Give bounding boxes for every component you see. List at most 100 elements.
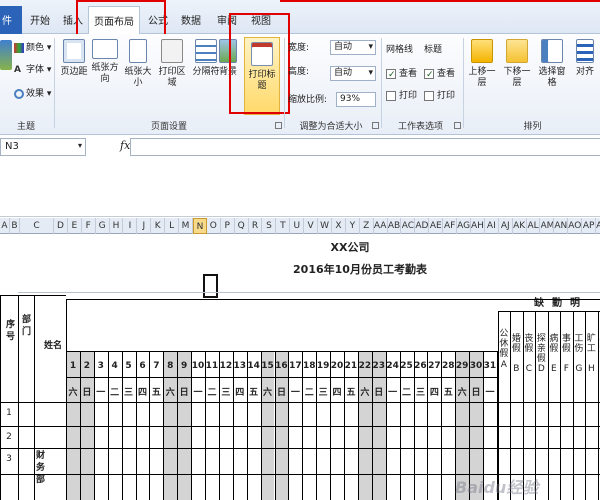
leave-type-label: 事假 bbox=[561, 334, 571, 354]
day-number: 26 bbox=[414, 361, 427, 371]
column-header-ab[interactable]: AB bbox=[388, 218, 402, 234]
grid-line bbox=[0, 295, 1, 500]
formula-input[interactable] bbox=[130, 138, 600, 156]
checkbox-icon bbox=[386, 90, 396, 101]
column-header-am[interactable]: AM bbox=[541, 218, 555, 234]
worksheet[interactable]: XX公司 2016年10月份员工考勤表 缺勤明 序号 部门 姓名 财务部 123… bbox=[0, 234, 600, 500]
grid-line bbox=[0, 448, 600, 449]
scale-launcher-icon[interactable] bbox=[372, 122, 379, 129]
height-select[interactable]: 自动 ▾ bbox=[330, 66, 376, 81]
column-header-al[interactable]: AL bbox=[527, 218, 541, 234]
sheet-options-group-label: 工作表选项 bbox=[397, 122, 443, 132]
column-header-aj[interactable]: AJ bbox=[499, 218, 513, 234]
gridlines-print-checkbox[interactable]: 打印 bbox=[386, 88, 417, 104]
name-box[interactable]: N3 ▾ bbox=[0, 138, 86, 156]
column-header-af[interactable]: AF bbox=[443, 218, 458, 234]
align-button[interactable]: 对齐 bbox=[570, 39, 600, 115]
column-header-q[interactable]: Q bbox=[235, 218, 249, 234]
column-header-x[interactable]: X bbox=[332, 218, 346, 234]
margins-button[interactable]: 页边距 bbox=[57, 39, 91, 115]
weekday-label: 二 bbox=[207, 388, 217, 398]
column-header-a[interactable]: A bbox=[0, 218, 10, 234]
column-header-n[interactable]: N bbox=[193, 218, 207, 234]
column-header-w[interactable]: W bbox=[318, 218, 332, 234]
print-area-button[interactable]: 打印区域 bbox=[155, 39, 189, 115]
leave-type-code: H bbox=[588, 364, 595, 374]
gridlines-view-checkbox[interactable]: 查看 bbox=[386, 66, 417, 83]
selection-pane-button[interactable]: 选择窗格 bbox=[535, 39, 569, 115]
column-header-ad[interactable]: AD bbox=[415, 218, 430, 234]
column-header-s[interactable]: S bbox=[263, 218, 277, 234]
day-number: 13 bbox=[233, 361, 246, 371]
column-header-ak[interactable]: AK bbox=[513, 218, 527, 234]
gridlines-print-label: 打印 bbox=[399, 91, 418, 101]
column-header-o[interactable]: O bbox=[207, 218, 221, 234]
column-header-m[interactable]: M bbox=[179, 218, 193, 234]
leave-type-code: A bbox=[500, 360, 507, 370]
weekday-label: 六 bbox=[165, 388, 175, 398]
column-header-j[interactable]: J bbox=[137, 218, 152, 234]
column-header-y[interactable]: Y bbox=[346, 218, 360, 234]
margins-label: 页边距 bbox=[60, 67, 88, 77]
column-header-e[interactable]: E bbox=[68, 218, 82, 234]
column-header-c[interactable]: C bbox=[20, 218, 54, 234]
column-header-ai[interactable]: AI bbox=[485, 218, 499, 234]
column-header-z[interactable]: Z bbox=[360, 218, 374, 234]
day-number: 18 bbox=[302, 361, 316, 371]
column-header-r[interactable]: R bbox=[249, 218, 263, 234]
fonts-button[interactable]: A 字体 ▾ bbox=[14, 62, 51, 78]
bring-forward-button[interactable]: 上移一层 bbox=[465, 39, 499, 115]
headings-view-checkbox[interactable]: 查看 bbox=[424, 66, 455, 83]
column-header-an[interactable]: AN bbox=[554, 218, 569, 234]
day-number: 8 bbox=[167, 361, 174, 371]
page-setup-launcher-icon[interactable] bbox=[275, 122, 282, 129]
column-header-ah[interactable]: AH bbox=[471, 218, 485, 234]
size-button[interactable]: 纸张大小 bbox=[121, 39, 155, 115]
send-backward-button[interactable]: 下移一层 bbox=[500, 39, 534, 115]
column-header-v[interactable]: V bbox=[304, 218, 319, 234]
orientation-button[interactable]: 纸张方向 bbox=[88, 39, 122, 115]
column-header-k[interactable]: K bbox=[151, 218, 166, 234]
send-backward-label: 下移一层 bbox=[503, 67, 531, 88]
column-header-i[interactable]: I bbox=[124, 218, 138, 234]
colors-button[interactable]: 颜色 ▾ bbox=[14, 40, 51, 56]
weekday-label: 四 bbox=[429, 388, 439, 398]
column-header-d[interactable]: D bbox=[54, 218, 68, 234]
column-header-ag[interactable]: AG bbox=[457, 218, 471, 234]
column-header-aa[interactable]: AA bbox=[374, 218, 388, 234]
day-number: 11 bbox=[205, 361, 219, 371]
effects-button[interactable]: 效果 ▾ bbox=[14, 86, 51, 102]
width-select[interactable]: 自动 ▾ bbox=[330, 40, 376, 55]
send-backward-icon bbox=[506, 39, 528, 63]
tab-data[interactable]: 数据 bbox=[176, 6, 206, 34]
themes-icon[interactable] bbox=[0, 40, 12, 70]
column-header-u[interactable]: U bbox=[290, 218, 305, 234]
column-header-ae[interactable]: AE bbox=[429, 218, 444, 234]
column-header-f[interactable]: F bbox=[82, 218, 96, 234]
column-header-ac[interactable]: AC bbox=[402, 218, 416, 234]
column-header-l[interactable]: L bbox=[165, 218, 180, 234]
checkbox-icon bbox=[424, 90, 434, 101]
column-header-g[interactable]: G bbox=[96, 218, 110, 234]
column-header-t[interactable]: T bbox=[276, 218, 291, 234]
scale-group-label: 调整为合适大小 bbox=[299, 122, 363, 132]
column-header-h[interactable]: H bbox=[110, 218, 124, 234]
themes-group-label: 主题 bbox=[16, 122, 35, 132]
column-header-p[interactable]: P bbox=[221, 218, 235, 234]
paper-size-icon bbox=[129, 39, 147, 63]
column-header-b[interactable]: B bbox=[10, 218, 20, 234]
column-header-ap[interactable]: AP bbox=[582, 218, 597, 234]
day-number: 1 bbox=[69, 361, 77, 371]
scale-input[interactable]: 93% bbox=[336, 92, 376, 107]
weekday-label: 一 bbox=[388, 388, 398, 398]
column-header-aq[interactable]: AQ bbox=[596, 218, 600, 234]
column-header-ao[interactable]: AO bbox=[568, 218, 583, 234]
grid-line bbox=[0, 295, 66, 296]
fx-icon[interactable]: fx bbox=[120, 139, 130, 152]
headings-print-checkbox[interactable]: 打印 bbox=[424, 88, 455, 104]
day-number: 21 bbox=[344, 361, 358, 371]
tab-home[interactable]: 开始 bbox=[26, 6, 54, 34]
file-tab[interactable]: 件 bbox=[0, 6, 22, 34]
sheet-options-launcher-icon[interactable] bbox=[454, 122, 461, 129]
weekday-label: 六 bbox=[457, 388, 467, 398]
